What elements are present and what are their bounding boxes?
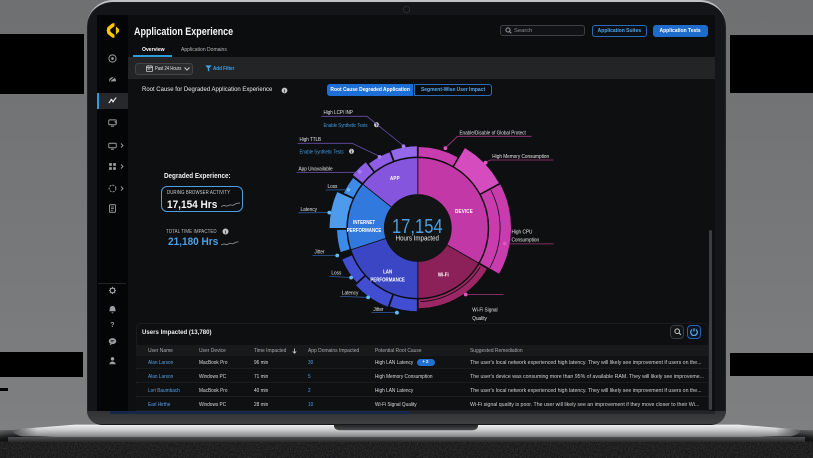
svg-text:Quality: Quality xyxy=(472,315,487,321)
svg-text:App Unavailable: App Unavailable xyxy=(299,166,333,172)
svg-text:Hours Impacted: Hours Impacted xyxy=(396,235,440,243)
svg-text:LAN: LAN xyxy=(383,269,393,275)
svg-text:Loss: Loss xyxy=(331,270,341,276)
svg-text:Enable Synthetic Tests: Enable Synthetic Tests xyxy=(324,122,368,129)
svg-text:i: i xyxy=(224,230,225,235)
svg-text:Jitter: Jitter xyxy=(373,306,383,312)
svg-text:Wi-Fi Signal: Wi-Fi Signal xyxy=(472,307,497,313)
svg-text:High CPU: High CPU xyxy=(512,229,533,235)
svg-text:Consumption: Consumption xyxy=(512,237,540,243)
svg-text:High LCP/ INP: High LCP/ INP xyxy=(324,109,354,116)
svg-text:INTERNET: INTERNET xyxy=(353,220,375,226)
svg-text:High TTLB: High TTLB xyxy=(300,136,322,143)
svg-text:i: i xyxy=(351,149,352,154)
svg-text:DEVICE: DEVICE xyxy=(455,208,473,214)
svg-text:Jitter: Jitter xyxy=(314,249,324,255)
svg-text:PERFORMANCE: PERFORMANCE xyxy=(370,277,405,283)
svg-text:Latency: Latency xyxy=(342,290,359,296)
svg-text:Wi-Fi: Wi-Fi xyxy=(438,272,449,278)
svg-text:i: i xyxy=(283,88,284,93)
svg-text:Enable Synthetic Tests: Enable Synthetic Tests xyxy=(300,149,344,156)
svg-text:APP: APP xyxy=(390,175,400,181)
svg-text:Enable/Disable of Global Prote: Enable/Disable of Global Protect xyxy=(460,130,527,137)
svg-text:High Memory Consumption: High Memory Consumption xyxy=(492,154,549,160)
svg-text:17,154: 17,154 xyxy=(392,214,443,237)
svg-text:PERFORMANCE: PERFORMANCE xyxy=(347,228,382,234)
svg-text:Latency: Latency xyxy=(301,206,318,212)
svg-text:Loss: Loss xyxy=(328,184,338,190)
